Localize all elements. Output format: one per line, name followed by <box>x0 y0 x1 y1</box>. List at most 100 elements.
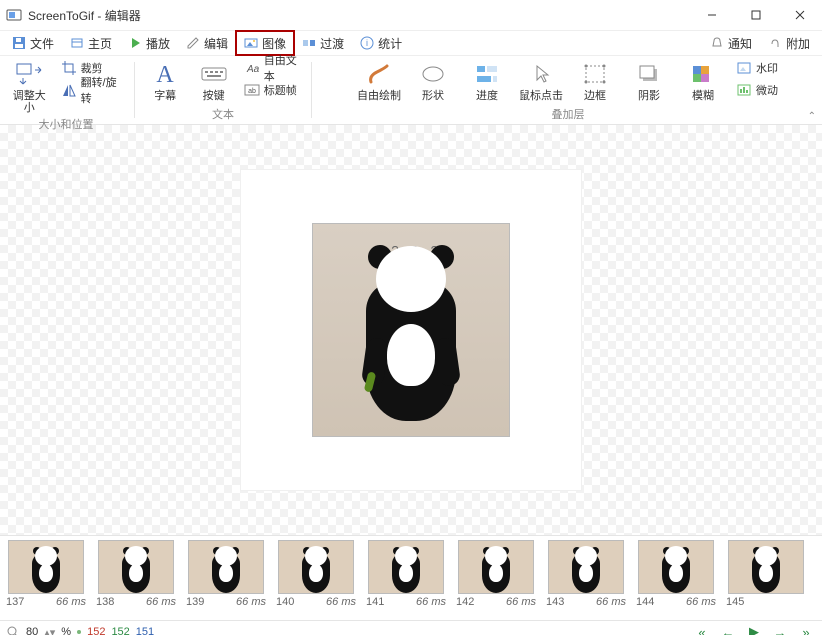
cursor-icon <box>525 60 557 88</box>
zoom-icon[interactable] <box>6 625 20 635</box>
freedraw-label: 自由绘制 <box>357 90 401 102</box>
maximize-button[interactable] <box>734 0 778 30</box>
blur-label: 模糊 <box>692 90 714 102</box>
frames-strip[interactable]: 13766 ms13866 ms13966 ms14066 ms14166 ms… <box>0 536 822 621</box>
pencil-icon <box>186 36 200 50</box>
svg-text:i: i <box>366 38 368 48</box>
last-frame-button[interactable]: » <box>796 625 816 635</box>
close-button[interactable] <box>778 0 822 30</box>
resize-button[interactable]: 调整大小 <box>6 58 53 116</box>
frame-cell[interactable]: 14466 ms <box>636 540 716 608</box>
shadow-button[interactable]: 阴影 <box>624 58 674 104</box>
menu-home-label: 主页 <box>88 35 112 52</box>
frame-thumb <box>98 540 174 594</box>
border-button[interactable]: 边框 <box>570 58 620 104</box>
menu-edit[interactable]: 编辑 <box>178 31 236 55</box>
play-button[interactable]: ▶ <box>744 624 764 635</box>
frame-duration: 66 ms <box>56 596 86 608</box>
frame-number: 139 <box>186 596 204 608</box>
frame-number: 143 <box>546 596 564 608</box>
group-overlay-label: 叠加层 <box>320 106 816 122</box>
blur-button[interactable]: 模糊 <box>678 58 728 104</box>
keys-label: 按键 <box>203 90 225 102</box>
next-frame-button[interactable]: → <box>770 625 790 635</box>
svg-text:A: A <box>157 62 175 86</box>
menu-bar: 文件 主页 播放 编辑 图像 过渡 i 统计 通知 附加 <box>0 31 822 56</box>
frame-thumb <box>368 540 444 594</box>
frame-thumb <box>728 540 804 594</box>
shadow-icon <box>633 60 665 88</box>
frame-cell[interactable]: 142 66 ms <box>456 540 536 608</box>
info-icon: i <box>360 36 374 50</box>
caption-icon: A <box>149 60 181 88</box>
menu-edit-label: 编辑 <box>204 35 228 52</box>
prev-frame-button[interactable]: ← <box>718 625 738 635</box>
menu-filter-label: 过渡 <box>320 35 344 52</box>
group-text-label: 文本 <box>143 106 303 122</box>
save-icon <box>12 36 26 50</box>
frame-duration: 66 ms <box>416 596 446 608</box>
menu-home[interactable]: 主页 <box>62 31 120 55</box>
frame-thumb <box>8 540 84 594</box>
frame-cell[interactable]: 14166 ms <box>366 540 446 608</box>
minimize-button[interactable] <box>690 0 734 30</box>
shape-button[interactable]: 形状 <box>408 58 458 104</box>
frame-cell[interactable]: 14366 ms <box>546 540 626 608</box>
app-icon <box>6 7 22 23</box>
freetext-icon: Aa <box>244 60 260 76</box>
separator <box>134 62 135 118</box>
mouseclick-button[interactable]: 鼠标点击 <box>516 58 566 104</box>
titleframe-button[interactable]: ab 标题帧 <box>240 80 303 100</box>
canvas-area[interactable]: ? ? ? <box>0 125 822 536</box>
frame-cell[interactable]: 145 <box>726 540 806 608</box>
shape-label: 形状 <box>422 90 444 102</box>
progress-icon <box>471 60 503 88</box>
micro-button[interactable]: 微动 <box>732 80 782 100</box>
resize-label: 调整大小 <box>8 90 51 114</box>
canvas-white: ? ? ? <box>241 170 581 490</box>
mouseclick-label: 鼠标点击 <box>519 90 563 102</box>
menu-notify[interactable]: 通知 <box>702 31 760 55</box>
freetext-button[interactable]: Aa 自由文本 <box>240 58 303 78</box>
window-title: ScreenToGif - 编辑器 <box>28 7 141 24</box>
menu-stats-label: 统计 <box>378 35 402 52</box>
first-frame-button[interactable]: « <box>692 625 712 635</box>
group-size-label: 大小和位置 <box>6 116 126 132</box>
svg-text:ab: ab <box>248 88 256 95</box>
shadow-label: 阴影 <box>638 90 660 102</box>
ribbon: 调整大小 裁剪 翻转/旋转 大小和位置 A 字幕 <box>0 56 822 125</box>
group-size: 调整大小 裁剪 翻转/旋转 大小和位置 <box>0 56 132 124</box>
frame-number: 142 <box>456 596 474 608</box>
frame-number: 138 <box>96 596 114 608</box>
caption-button[interactable]: A 字幕 <box>143 58 187 104</box>
collapse-ribbon-icon[interactable]: ⌃ <box>808 111 816 122</box>
frame-cell[interactable]: 14066 ms <box>276 540 356 608</box>
menu-filter[interactable]: 过渡 <box>294 31 352 55</box>
zoom-value: 80 <box>26 626 38 635</box>
menu-attach[interactable]: 附加 <box>760 31 818 55</box>
frame-duration: 66 ms <box>506 596 536 608</box>
clip-icon <box>768 36 782 50</box>
frame-cell[interactable]: 13766 ms <box>6 540 86 608</box>
progress-button[interactable]: 进度 <box>462 58 512 104</box>
menu-file[interactable]: 文件 <box>4 31 62 55</box>
menu-stats[interactable]: i 统计 <box>352 31 410 55</box>
statusbar: 80 ▴▾ % 152 152 151 « ← ▶ → » <box>0 621 822 635</box>
titlebar: ScreenToGif - 编辑器 <box>0 0 822 31</box>
menu-play[interactable]: 播放 <box>120 31 178 55</box>
frame-cell[interactable]: 13866 ms <box>96 540 176 608</box>
image-icon <box>244 36 258 50</box>
fliprot-button[interactable]: 翻转/旋转 <box>57 80 126 100</box>
crop-icon <box>61 60 77 76</box>
frame-thumb <box>548 540 624 594</box>
menu-attach-label: 附加 <box>786 35 810 52</box>
group-text: A 字幕 按键 Aa 自由文本 ab 标题帧 文本 <box>137 56 309 124</box>
stat-rem: 151 <box>136 626 154 635</box>
brush-icon <box>363 60 395 88</box>
watermark-button[interactable]: 水印 <box>732 58 782 78</box>
frame-thumb <box>278 540 354 594</box>
frame-cell[interactable]: 13966 ms <box>186 540 266 608</box>
frame-duration: 66 ms <box>326 596 356 608</box>
keys-button[interactable]: 按键 <box>191 58 235 104</box>
freedraw-button[interactable]: 自由绘制 <box>354 58 404 104</box>
